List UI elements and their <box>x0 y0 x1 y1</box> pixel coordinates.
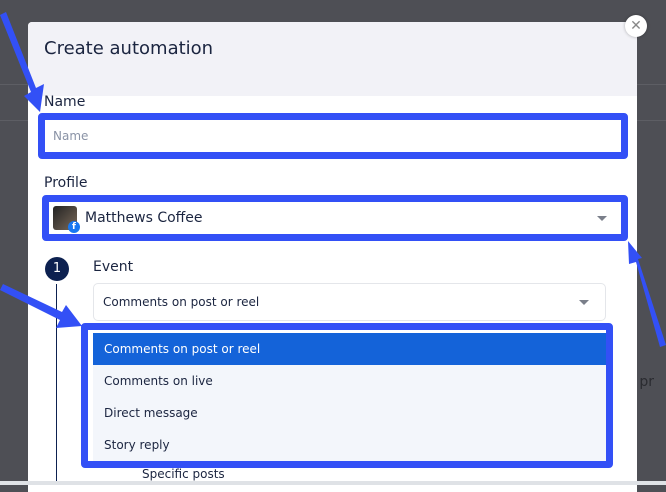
arrow-icon <box>0 284 82 328</box>
arrow-icon <box>0 12 44 112</box>
annotation-arrows <box>0 12 666 347</box>
arrow-icon <box>628 241 666 347</box>
